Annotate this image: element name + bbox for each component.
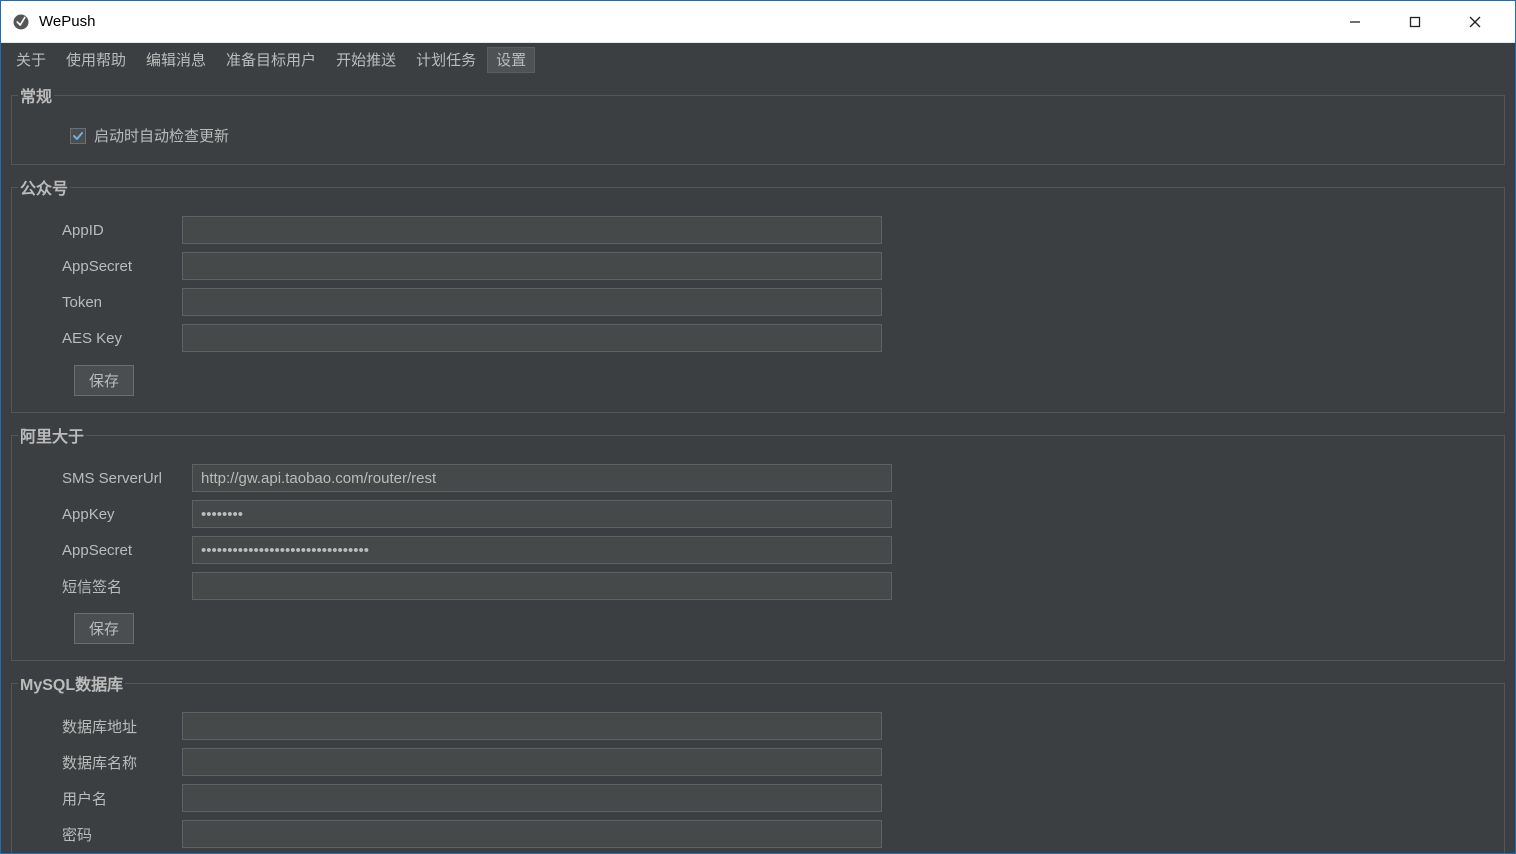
alidayu-save-button[interactable]: 保存 [74,613,134,644]
mysql-host-input[interactable] [182,712,882,740]
section-alidayu-legend: 阿里大于 [18,423,86,447]
section-general: 常规 启动时自动检查更新 [11,83,1505,165]
mysql-pass-input[interactable] [182,820,882,848]
app-icon [11,12,31,32]
app-window: WePush 关于 使用帮助 编辑消息 准备目标用户 开始推送 计划任务 设置 [0,0,1516,854]
wechat-appsecret-label: AppSecret [62,258,172,275]
content-area: 关于 使用帮助 编辑消息 准备目标用户 开始推送 计划任务 设置 常规 启动时自… [1,43,1515,853]
settings-page: 常规 启动时自动检查更新 公众号 AppID [1,73,1515,853]
mysql-user-input[interactable] [182,784,882,812]
wechat-aeskey-label: AES Key [62,330,172,347]
alidayu-serverurl-input[interactable] [192,464,892,492]
alidayu-sign-label: 短信签名 [62,576,182,597]
alidayu-serverurl-label: SMS ServerUrl [62,470,182,487]
mysql-user-label: 用户名 [62,788,172,809]
close-button[interactable] [1445,2,1505,42]
auto-update-row: 启动时自动检查更新 [70,125,1494,146]
tab-help[interactable]: 使用帮助 [57,47,135,73]
wechat-aeskey-input[interactable] [182,324,882,352]
section-wechat-legend: 公众号 [18,175,70,199]
tab-schedule[interactable]: 计划任务 [407,47,485,73]
tab-edit-message[interactable]: 编辑消息 [137,47,215,73]
tab-settings[interactable]: 设置 [487,47,535,73]
section-mysql-legend: MySQL数据库 [18,671,125,695]
maximize-button[interactable] [1385,2,1445,42]
wechat-appid-label: AppID [62,222,172,239]
mysql-host-label: 数据库地址 [62,716,172,737]
auto-update-label: 启动时自动检查更新 [94,125,229,146]
wechat-appid-input[interactable] [182,216,882,244]
alidayu-appkey-input[interactable] [192,500,892,528]
alidayu-sign-input[interactable] [192,572,892,600]
section-alidayu: 阿里大于 SMS ServerUrl AppKey AppSecret [11,423,1505,661]
wechat-save-button[interactable]: 保存 [74,365,134,396]
wechat-token-input[interactable] [182,288,882,316]
window-title: WePush [39,13,95,30]
wechat-token-label: Token [62,294,172,311]
mysql-dbname-label: 数据库名称 [62,752,172,773]
tab-bar: 关于 使用帮助 编辑消息 准备目标用户 开始推送 计划任务 设置 [1,43,1515,73]
section-general-legend: 常规 [18,83,54,107]
title-bar: WePush [1,1,1515,43]
alidayu-appsecret-label: AppSecret [62,542,182,559]
section-mysql: MySQL数据库 数据库地址 数据库名称 用户名 密码 [11,671,1505,853]
section-wechat: 公众号 AppID AppSecret Token AES Key [11,175,1505,413]
tab-start-push[interactable]: 开始推送 [327,47,405,73]
wechat-appsecret-input[interactable] [182,252,882,280]
mysql-pass-label: 密码 [62,824,172,845]
auto-update-checkbox[interactable] [70,128,86,144]
mysql-dbname-input[interactable] [182,748,882,776]
alidayu-appsecret-input[interactable] [192,536,892,564]
settings-scroll[interactable]: 常规 启动时自动检查更新 公众号 AppID [1,73,1515,853]
tab-about[interactable]: 关于 [7,47,55,73]
tab-prepare-users[interactable]: 准备目标用户 [217,47,325,73]
alidayu-appkey-label: AppKey [62,506,182,523]
minimize-button[interactable] [1325,2,1385,42]
window-controls [1325,2,1505,42]
